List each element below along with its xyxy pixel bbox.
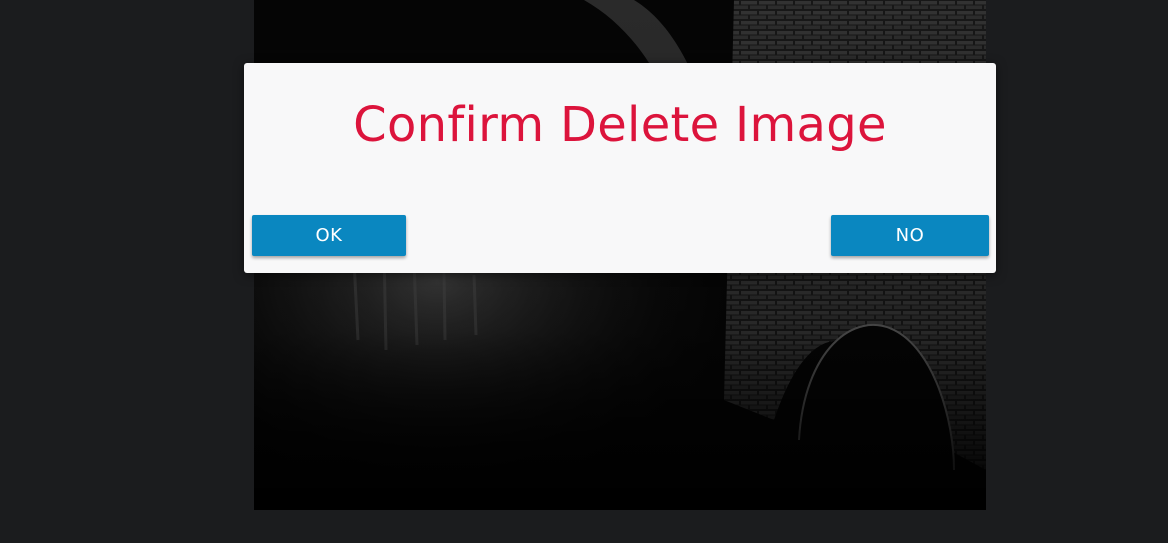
confirm-delete-dialog: Confirm Delete Image OK NO [244, 63, 996, 273]
ok-button[interactable]: OK [252, 215, 406, 256]
dialog-title: Confirm Delete Image [353, 97, 887, 153]
no-button[interactable]: NO [831, 215, 989, 256]
image-viewer: Confirm Delete Image OK NO [0, 0, 1168, 543]
